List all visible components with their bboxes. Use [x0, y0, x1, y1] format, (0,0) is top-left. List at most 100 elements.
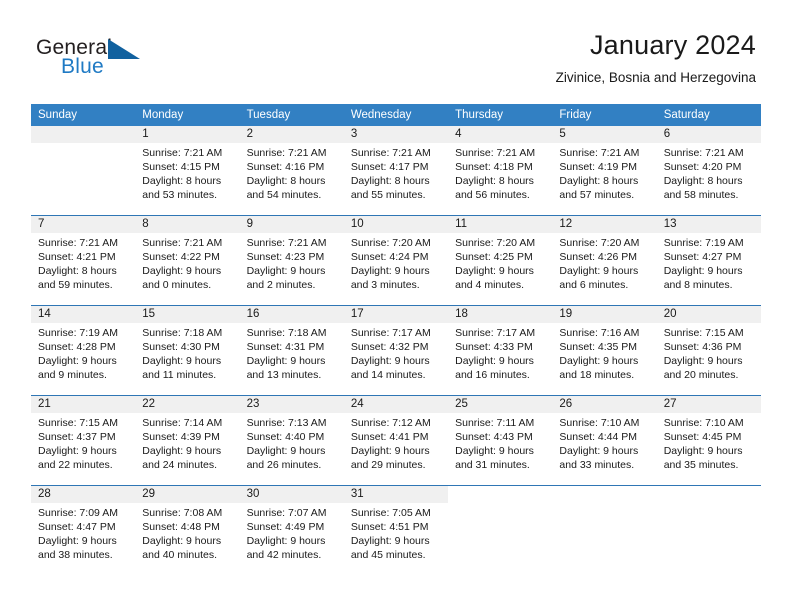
day-detail-line: and 9 minutes.: [38, 369, 107, 382]
day-detail-line: and 13 minutes.: [246, 369, 322, 382]
day-detail-line: Sunrise: 7:17 AM: [350, 327, 431, 339]
day-cell-24[interactable]: 24 Sunrise: 7:12 AM Sunset: 4:41 PM Dayligh…: [343, 396, 449, 485]
day-cell-4[interactable]: 4 Sunrise: 7:21 AM Sunset: 4:18 PM Daylight…: [448, 126, 553, 215]
day-cell-26[interactable]: 26 Sunrise: 7:10 AM Sunset: 4:44 PM Dayligh…: [552, 396, 657, 485]
day-number: 4: [448, 126, 553, 143]
day-cell-22[interactable]: 22 Sunrise: 7:14 AM Sunset: 4:39 PM Dayligh…: [135, 396, 240, 485]
day-detail-line: Sunrise: 7:05 AM: [350, 507, 431, 519]
day-cell-23[interactable]: 23 Sunrise: 7:13 AM Sunset: 4:40 PM Dayligh…: [239, 396, 344, 485]
day-cell-20[interactable]: 20 Sunrise: 7:15 AM Sunset: 4:36 PM Dayligh…: [656, 306, 761, 395]
day-cell-9[interactable]: 9 Sunrise: 7:21 AM Sunset: 4:23 PM Daylight…: [239, 216, 344, 305]
brand-logo[interactable]: General Blue: [36, 36, 216, 88]
day-detail-line: Sunset: 4:15 PM: [142, 161, 220, 174]
day-detail-line: Sunset: 4:19 PM: [559, 161, 638, 174]
day-detail-line: Sunrise: 7:15 AM: [663, 327, 744, 339]
day-details: Sunrise: 7:13 AM Sunset: 4:40 PM Daylight:…: [240, 413, 344, 472]
day-detail-line: Daylight: 9 hours: [246, 535, 326, 548]
day-cell-13[interactable]: 13 Sunrise: 7:19 AM Sunset: 4:27 PM Dayligh…: [656, 216, 761, 305]
day-cell-2[interactable]: 2 Sunrise: 7:21 AM Sunset: 4:16 PM Daylight…: [239, 126, 344, 215]
calendar-page: General Blue January 2024 Zivinice, Bosn…: [0, 0, 792, 612]
day-detail-line: Daylight: 9 hours: [350, 445, 430, 458]
day-details: Sunrise: 7:15 AM Sunset: 4:36 PM Daylight:…: [657, 323, 761, 382]
day-cell-21[interactable]: 21 Sunrise: 7:15 AM Sunset: 4:37 PM Dayligh…: [31, 396, 136, 485]
day-cell-10[interactable]: 10 Sunrise: 7:20 AM Sunset: 4:24 PM Dayligh…: [343, 216, 449, 305]
calendar-week-row: 28 Sunrise: 7:09 AM Sunset: 4:47 PM Dayligh…: [31, 485, 761, 575]
day-cell-15[interactable]: 15 Sunrise: 7:18 AM Sunset: 4:30 PM Dayligh…: [135, 306, 240, 395]
day-details: Sunrise: 7:19 AM Sunset: 4:28 PM Daylight:…: [31, 323, 135, 382]
day-detail-line: Sunset: 4:39 PM: [142, 431, 220, 444]
day-details: Sunrise: 7:21 AM Sunset: 4:17 PM Daylight:…: [344, 143, 448, 202]
day-cell-18[interactable]: 18 Sunrise: 7:17 AM Sunset: 4:33 PM Dayligh…: [448, 306, 553, 395]
day-cell-25[interactable]: 25 Sunrise: 7:11 AM Sunset: 4:43 PM Dayligh…: [448, 396, 553, 485]
day-detail-line: and 3 minutes.: [350, 279, 420, 292]
day-cell-19[interactable]: 19 Sunrise: 7:16 AM Sunset: 4:35 PM Dayligh…: [552, 306, 657, 395]
day-number: 29: [135, 486, 240, 503]
day-detail-line: Daylight: 9 hours: [246, 265, 326, 278]
day-detail-line: Sunset: 4:49 PM: [246, 521, 325, 534]
day-details: Sunrise: 7:21 AM Sunset: 4:22 PM Daylight:…: [135, 233, 239, 292]
day-cell-30[interactable]: 30 Sunrise: 7:07 AM Sunset: 4:49 PM Dayligh…: [239, 486, 344, 575]
day-cell-8[interactable]: 8 Sunrise: 7:21 AM Sunset: 4:22 PM Daylight…: [135, 216, 240, 305]
day-number: 15: [135, 306, 240, 323]
day-detail-line: Sunset: 4:16 PM: [246, 161, 325, 174]
day-cell-31[interactable]: 31 Sunrise: 7:05 AM Sunset: 4:51 PM Dayligh…: [343, 486, 449, 575]
day-details: [657, 503, 761, 506]
day-number: 31: [343, 486, 449, 503]
day-detail-line: Sunset: 4:20 PM: [663, 161, 742, 174]
day-cell-11[interactable]: 11 Sunrise: 7:20 AM Sunset: 4:25 PM Dayligh…: [448, 216, 553, 305]
day-detail-line: Sunset: 4:31 PM: [246, 341, 325, 354]
calendar-week-row: 1 Sunrise: 7:21 AM Sunset: 4:15 PM Daylight…: [31, 126, 761, 215]
day-number: 14: [31, 306, 136, 323]
day-cell-14[interactable]: 14 Sunrise: 7:19 AM Sunset: 4:28 PM Dayligh…: [31, 306, 136, 395]
day-detail-line: Daylight: 9 hours: [663, 355, 743, 368]
day-cell-12[interactable]: 12 Sunrise: 7:20 AM Sunset: 4:26 PM Dayligh…: [552, 216, 657, 305]
day-detail-line: Sunrise: 7:12 AM: [350, 417, 431, 429]
day-detail-line: Daylight: 9 hours: [455, 355, 534, 368]
day-details: Sunrise: 7:05 AM Sunset: 4:51 PM Daylight:…: [344, 503, 448, 562]
day-number: 12: [552, 216, 657, 233]
day-detail-line: Daylight: 9 hours: [350, 535, 430, 548]
day-detail-line: and 26 minutes.: [246, 459, 322, 472]
day-number: [31, 126, 136, 143]
day-cell-16[interactable]: 16 Sunrise: 7:18 AM Sunset: 4:31 PM Dayligh…: [239, 306, 344, 395]
day-cell-28[interactable]: 28 Sunrise: 7:09 AM Sunset: 4:47 PM Dayligh…: [31, 486, 136, 575]
day-cell-7[interactable]: 7 Sunrise: 7:21 AM Sunset: 4:21 PM Daylight…: [31, 216, 136, 305]
day-detail-line: Daylight: 9 hours: [559, 265, 639, 278]
day-detail-line: and 56 minutes.: [455, 189, 530, 202]
day-detail-line: Sunrise: 7:19 AM: [38, 327, 118, 339]
day-details: Sunrise: 7:20 AM Sunset: 4:26 PM Daylight:…: [552, 233, 656, 292]
day-detail-line: and 8 minutes.: [663, 279, 733, 292]
day-detail-line: Sunrise: 7:14 AM: [142, 417, 223, 429]
day-detail-line: Sunrise: 7:10 AM: [559, 417, 640, 429]
day-detail-line: Sunset: 4:47 PM: [38, 521, 116, 534]
day-details: Sunrise: 7:21 AM Sunset: 4:21 PM Daylight:…: [31, 233, 135, 292]
day-detail-line: Sunset: 4:37 PM: [38, 431, 116, 444]
day-number: 13: [656, 216, 761, 233]
day-cell-1[interactable]: 1 Sunrise: 7:21 AM Sunset: 4:15 PM Daylight…: [135, 126, 240, 215]
day-cell-29[interactable]: 29 Sunrise: 7:08 AM Sunset: 4:48 PM Dayligh…: [135, 486, 240, 575]
day-cell-27[interactable]: 27 Sunrise: 7:10 AM Sunset: 4:45 PM Dayligh…: [656, 396, 761, 485]
day-detail-line: Sunset: 4:44 PM: [559, 431, 638, 444]
day-details: Sunrise: 7:10 AM Sunset: 4:45 PM Daylight:…: [657, 413, 761, 472]
day-detail-line: and 45 minutes.: [350, 549, 426, 562]
day-detail-line: Sunrise: 7:20 AM: [559, 237, 640, 249]
day-cell-17[interactable]: 17 Sunrise: 7:17 AM Sunset: 4:32 PM Dayligh…: [343, 306, 449, 395]
day-number: [552, 486, 657, 503]
day-detail-line: and 55 minutes.: [350, 189, 426, 202]
day-detail-line: and 31 minutes.: [455, 459, 530, 472]
day-detail-line: Sunset: 4:22 PM: [142, 251, 220, 264]
day-cell-3[interactable]: 3 Sunrise: 7:21 AM Sunset: 4:17 PM Daylight…: [343, 126, 449, 215]
day-detail-line: Sunrise: 7:15 AM: [38, 417, 118, 429]
day-detail-line: Daylight: 9 hours: [142, 445, 222, 458]
weekday-header-saturday: Saturday: [663, 109, 710, 121]
day-detail-line: Sunset: 4:26 PM: [559, 251, 638, 264]
weekday-header-thursday: Thursday: [455, 109, 504, 121]
day-details: Sunrise: 7:21 AM Sunset: 4:15 PM Daylight:…: [135, 143, 239, 202]
calendar-week-row: 21 Sunrise: 7:15 AM Sunset: 4:37 PM Dayligh…: [31, 395, 761, 485]
day-detail-line: Sunrise: 7:21 AM: [246, 147, 327, 159]
day-detail-line: Sunset: 4:43 PM: [455, 431, 533, 444]
day-cell-5[interactable]: 5 Sunrise: 7:21 AM Sunset: 4:19 PM Daylight…: [552, 126, 657, 215]
day-number: 23: [239, 396, 344, 413]
day-detail-line: and 29 minutes.: [350, 459, 426, 472]
day-cell-6[interactable]: 6 Sunrise: 7:21 AM Sunset: 4:20 PM Daylight…: [656, 126, 761, 215]
